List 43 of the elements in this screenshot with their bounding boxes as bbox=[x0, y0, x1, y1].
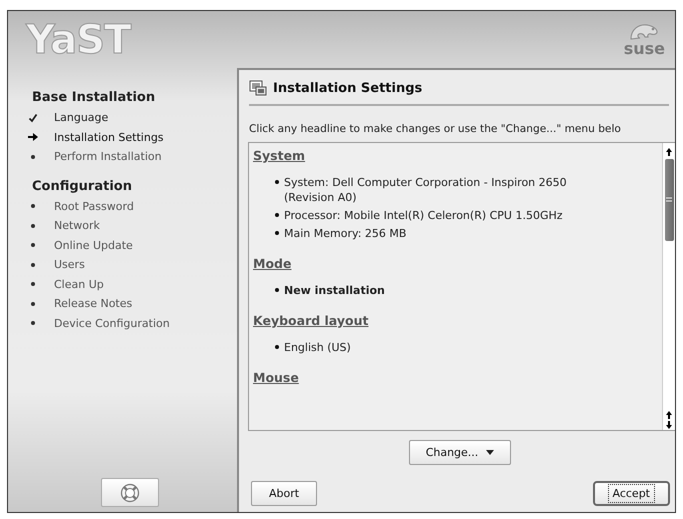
step-label: Network bbox=[54, 219, 100, 232]
chameleon-icon bbox=[629, 23, 660, 41]
section-link[interactable]: Keyboard layout bbox=[253, 313, 368, 328]
check-icon bbox=[28, 112, 38, 123]
abort-button[interactable]: Abort bbox=[251, 481, 317, 506]
step-label: Language bbox=[54, 111, 108, 124]
step-label: Root Password bbox=[54, 200, 134, 213]
summary-text: English (US) bbox=[284, 340, 352, 355]
summary-text: System: Dell Computer Corporation - Inspiron 2650 (Revision A0) bbox=[284, 175, 568, 205]
bullet-icon bbox=[275, 288, 279, 292]
step-label: Users bbox=[54, 258, 85, 272]
arrow-icon bbox=[28, 132, 38, 142]
grip-icon bbox=[665, 197, 673, 203]
change-button[interactable]: Change... bbox=[409, 440, 511, 465]
section-heading: Configuration bbox=[32, 178, 133, 194]
monitor-icon bbox=[249, 80, 267, 96]
step-label: Release Notes bbox=[54, 297, 132, 310]
accept-button[interactable]: Accept bbox=[592, 481, 670, 506]
section-link[interactable]: Mode bbox=[253, 256, 292, 271]
section-heading: Base Installation bbox=[32, 90, 156, 105]
scroll-arrows-icon[interactable] bbox=[665, 410, 673, 430]
step-label: Perform Installation bbox=[54, 150, 162, 164]
help-button[interactable] bbox=[100, 478, 158, 507]
bullet-icon bbox=[275, 213, 279, 217]
summary-text: Main Memory: 256 MB bbox=[284, 226, 408, 241]
bullet-icon bbox=[275, 180, 279, 184]
panel-title: Installation Settings bbox=[273, 80, 422, 96]
suse-logo: suse bbox=[624, 41, 665, 57]
bullet-icon bbox=[275, 231, 279, 235]
lifebuoy-icon bbox=[120, 482, 140, 502]
section-link[interactable]: System bbox=[253, 148, 306, 163]
step-label: Installation Settings bbox=[54, 130, 164, 144]
step-label: Clean Up bbox=[54, 278, 104, 291]
up-arrow-icon[interactable] bbox=[665, 147, 673, 157]
summary-text: Processor: Mobile Intel(R) Celeron(R) CPU 1.50GHz bbox=[284, 208, 564, 223]
step-label: Device Configuration bbox=[54, 316, 170, 330]
bullet-icon bbox=[275, 345, 279, 349]
summary-text: New installation bbox=[284, 283, 386, 298]
instruction-text: Click any headline to make changes or use the "Change..." menu belo bbox=[249, 123, 622, 135]
scrollbar[interactable] bbox=[662, 143, 675, 430]
caret-icon bbox=[486, 450, 494, 456]
section-link[interactable]: Mouse bbox=[253, 370, 299, 385]
step-label: Online Update bbox=[54, 238, 133, 252]
